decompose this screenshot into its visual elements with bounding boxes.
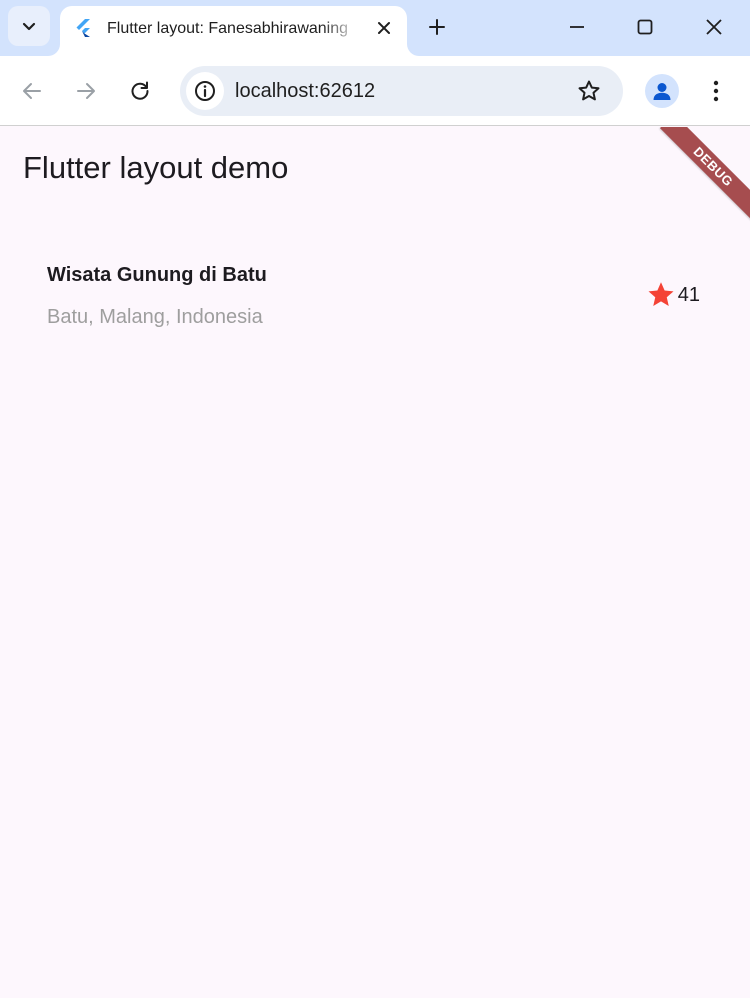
rating-count: 41: [677, 284, 700, 306]
flutter-logo-icon: [76, 19, 90, 37]
page-title: Flutter layout demo: [23, 150, 289, 185]
bookmark-button[interactable]: [575, 77, 603, 105]
info-icon: [195, 81, 215, 101]
chevron-down-icon: [22, 22, 36, 31]
forward-button[interactable]: [66, 71, 106, 111]
minimize-icon: [570, 26, 584, 28]
app-viewport: Flutter layout demo DEBUG Wisata Gunung …: [0, 127, 750, 998]
reload-button[interactable]: [120, 71, 160, 111]
tab-title: Flutter layout: Fanesabhirawaning: [107, 20, 349, 37]
maximize-icon: [637, 19, 653, 35]
reload-icon: [131, 81, 149, 100]
maximize-button[interactable]: [611, 0, 679, 54]
minimize-button[interactable]: [543, 0, 611, 54]
browser-toolbar: localhost:62612: [0, 56, 750, 126]
rating: 41: [646, 279, 700, 311]
arrow-right-icon: [77, 83, 95, 99]
url-text[interactable]: localhost:62612: [235, 79, 375, 103]
tab-strip: Flutter layout: Fanesabhirawaning: [0, 0, 750, 56]
window-close-button[interactable]: [680, 0, 748, 54]
profile-button[interactable]: [645, 74, 679, 108]
browser-tab[interactable]: Flutter layout: Fanesabhirawaning: [60, 6, 407, 56]
kebab-menu-icon: [713, 80, 719, 102]
place-location: Batu, Malang, Indonesia: [47, 306, 263, 328]
star-icon: [648, 282, 674, 306]
arrow-left-icon: [23, 83, 41, 99]
back-button[interactable]: [12, 71, 52, 111]
tab-close-button[interactable]: [371, 15, 397, 41]
close-icon: [706, 19, 722, 35]
tab-search-button[interactable]: [8, 6, 50, 46]
new-tab-button[interactable]: [420, 10, 454, 44]
address-bar[interactable]: localhost:62612: [180, 66, 623, 116]
close-icon: [378, 22, 390, 34]
plus-icon: [429, 19, 445, 35]
debug-banner: DEBUG: [659, 127, 750, 221]
place-name: Wisata Gunung di Batu: [47, 264, 267, 286]
person-icon: [653, 83, 671, 100]
site-info-button[interactable]: [186, 72, 224, 110]
browser-menu-button[interactable]: [700, 71, 732, 111]
star-outline-icon: [578, 80, 600, 101]
title-section: Wisata Gunung di Batu Batu, Malang, Indo…: [47, 259, 707, 339]
